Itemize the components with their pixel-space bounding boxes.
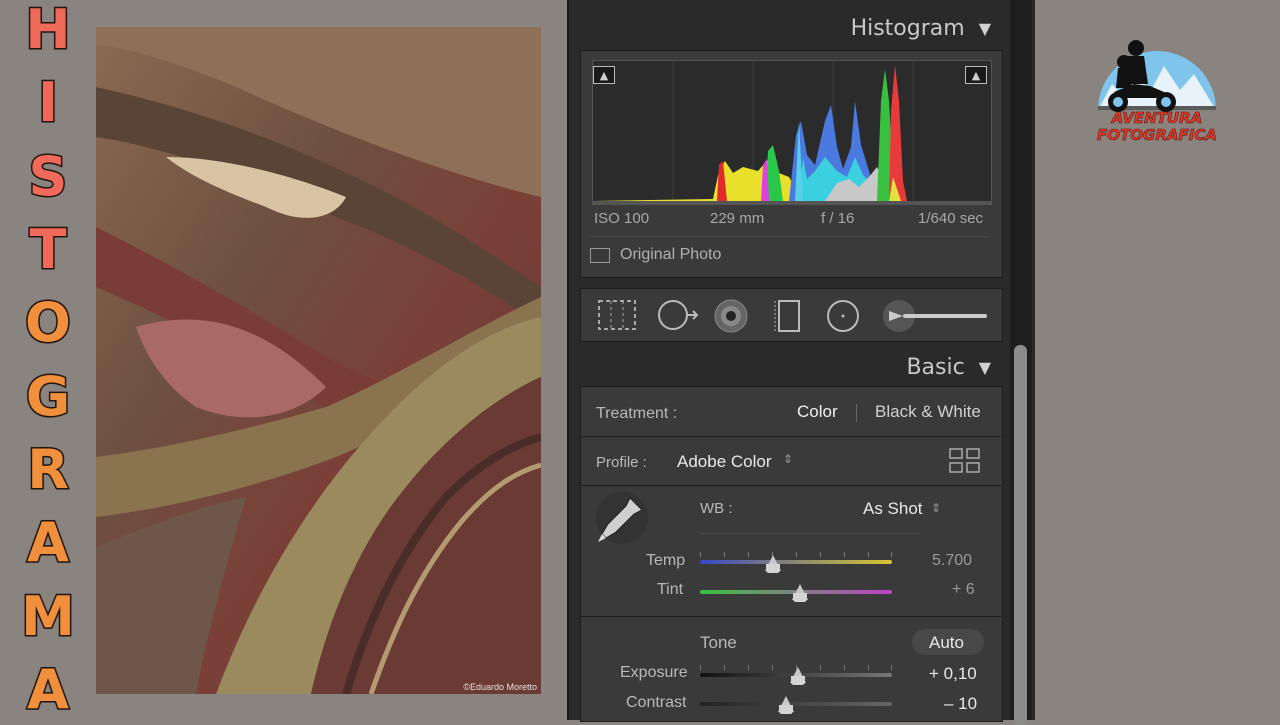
collapse-triangle-icon[interactable]: ▼ (979, 358, 991, 377)
landscape-photo: ©Eduardo Moretto (96, 27, 541, 694)
red-eye-icon[interactable] (713, 299, 749, 333)
logo-text-line2: FOTOGRAFICA (1097, 126, 1218, 144)
wb-dropdown[interactable]: As Shot (863, 499, 923, 519)
title-letter: I (36, 71, 59, 135)
focal-length-value: 229 mm (710, 210, 765, 227)
title-letter: A (26, 511, 71, 575)
shutter-value: 1/640 sec (918, 210, 984, 227)
graduated-filter-icon[interactable] (773, 299, 805, 333)
title-letter: T (28, 217, 68, 281)
exposure-value[interactable]: + 0,10 (929, 664, 977, 684)
panel-scrollbar-thumb[interactable] (1014, 345, 1027, 725)
original-photo-label: Original Photo (620, 246, 722, 263)
collapse-triangle-icon[interactable]: ▼ (979, 19, 991, 38)
exposure-label: Exposure (620, 664, 688, 681)
basic-title: Basic (906, 354, 965, 380)
tone-label: Tone (700, 633, 737, 652)
divider (580, 616, 1001, 617)
profile-browser-grid-icon[interactable] (949, 448, 981, 474)
auto-tone-label: Auto (929, 633, 964, 652)
triangle-up-icon: ▲ (971, 68, 981, 82)
title-letter: M (20, 584, 77, 648)
updown-arrows-icon[interactable]: ⇕ (783, 452, 793, 466)
contrast-value[interactable]: – 10 (944, 694, 977, 714)
tint-value[interactable]: + 6 (952, 581, 975, 599)
aperture-value: f / 16 (821, 210, 855, 227)
divider (856, 404, 857, 422)
contrast-slider[interactable] (700, 702, 892, 706)
histogram-header[interactable]: Histogram ▼ (571, 8, 1011, 48)
temp-value[interactable]: 5.700 (932, 552, 972, 570)
crop-overlay-icon[interactable] (597, 299, 637, 331)
radial-filter-icon[interactable] (825, 299, 861, 333)
histogram-graph (592, 60, 992, 205)
checkbox[interactable] (590, 247, 610, 263)
highlight-clipping-button[interactable]: ▲ (965, 66, 987, 84)
triangle-up-icon: ▲ (599, 68, 609, 82)
iso-value: ISO 100 (594, 210, 650, 227)
photo-credit: ©Eduardo Moretto (463, 682, 537, 692)
basic-header[interactable]: Basic ▼ (571, 347, 1011, 387)
spot-removal-icon[interactable] (655, 299, 699, 331)
tint-label: Tint (657, 581, 684, 598)
wb-label: WB : (700, 500, 733, 517)
title-letter: O (24, 291, 73, 355)
title-letter: R (26, 437, 71, 501)
histogram-svg (593, 61, 991, 204)
treatment-bw-option[interactable]: Black & White (875, 402, 981, 422)
adjustment-brush-icon[interactable] (881, 299, 989, 333)
histogram-title: Histogram (850, 15, 965, 41)
title-letter: G (24, 364, 71, 428)
slider-ticks (700, 552, 892, 558)
updown-arrows-icon[interactable]: ⇕ (931, 501, 941, 515)
original-photo-toggle[interactable]: Original Photo (590, 246, 721, 264)
vertical-title: H I S T O G R A M A (10, 0, 86, 721)
title-letter: A (26, 657, 71, 721)
divider (700, 533, 920, 534)
contrast-label: Contrast (626, 694, 687, 711)
tool-strip (580, 288, 1003, 342)
shadow-clipping-button[interactable]: ▲ (593, 66, 615, 84)
profile-label: Profile : (596, 454, 647, 471)
divider (580, 436, 1001, 437)
divider (590, 236, 988, 237)
title-letter: H (24, 0, 72, 61)
white-balance-eyedropper-icon[interactable] (594, 490, 650, 546)
profile-dropdown[interactable]: Adobe Color (677, 452, 772, 472)
temp-slider[interactable] (700, 560, 892, 564)
title-letter: S (27, 144, 69, 208)
divider (580, 485, 1001, 486)
photo-image (96, 27, 541, 694)
treatment-color-option[interactable]: Color (797, 402, 838, 422)
logo-text-line1: AVENTURA (1111, 109, 1203, 127)
treatment-label: Treatment : (596, 405, 678, 422)
temp-label: Temp (646, 552, 686, 569)
